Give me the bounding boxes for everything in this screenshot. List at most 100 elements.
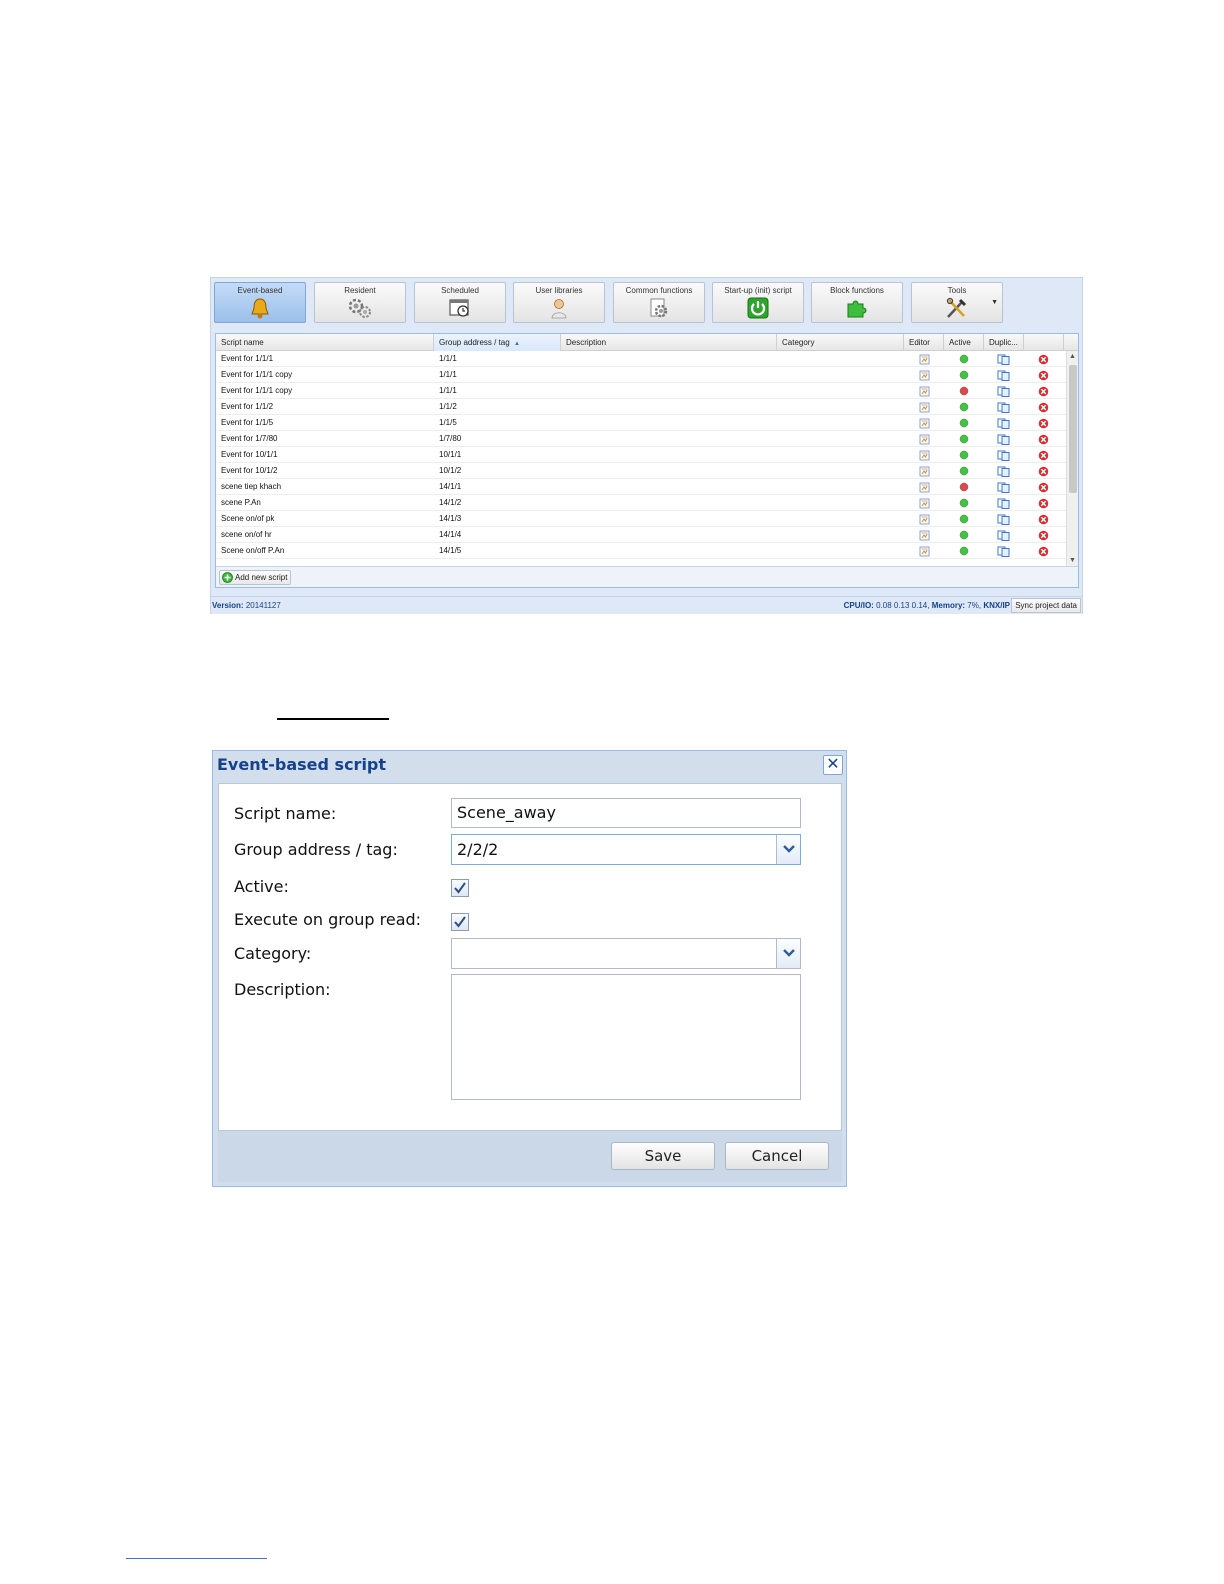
active-status-icon[interactable]: [959, 498, 969, 508]
table-row[interactable]: Event for 10/1/2 10/1/2: [216, 463, 1067, 479]
delete-icon[interactable]: [1038, 418, 1049, 429]
tab-block-functions[interactable]: Block functions: [811, 282, 903, 323]
editor-icon[interactable]: [919, 514, 930, 525]
active-status-icon[interactable]: [959, 354, 969, 364]
duplicate-icon[interactable]: [997, 402, 1010, 413]
sync-project-data-button[interactable]: Sync project data: [1011, 598, 1081, 613]
editor-icon[interactable]: [919, 482, 930, 493]
table-row[interactable]: scene P.An 14/1/2: [216, 495, 1067, 511]
delete-icon[interactable]: [1038, 354, 1049, 365]
active-status-icon[interactable]: [959, 466, 969, 476]
editor-icon[interactable]: [919, 450, 930, 461]
tab-resident[interactable]: Resident: [314, 282, 406, 323]
table-row[interactable]: Event for 1/1/2 1/1/2: [216, 399, 1067, 415]
active-status-icon[interactable]: [959, 402, 969, 412]
column-active[interactable]: Active: [944, 334, 984, 351]
duplicate-icon[interactable]: [997, 498, 1010, 509]
tab-startup-script[interactable]: Start-up (init) script: [712, 282, 804, 323]
editor-icon[interactable]: [919, 402, 930, 413]
script-name-cell: scene on/of hr: [221, 530, 272, 539]
inactive-status-icon[interactable]: [959, 386, 969, 396]
editor-icon[interactable]: [919, 498, 930, 509]
delete-icon[interactable]: [1038, 450, 1049, 461]
active-checkbox[interactable]: [451, 879, 469, 897]
grid-scrollbar[interactable]: ▲ ▼: [1066, 351, 1078, 566]
column-duplicate[interactable]: Duplic...: [984, 334, 1024, 351]
tab-common-functions[interactable]: Common functions: [613, 282, 705, 323]
tab-label: User libraries: [535, 286, 583, 295]
delete-icon[interactable]: [1038, 370, 1049, 381]
column-script-name[interactable]: Script name: [216, 334, 434, 351]
table-row[interactable]: Event for 1/1/1 copy 1/1/1: [216, 383, 1067, 399]
editor-icon[interactable]: [919, 354, 930, 365]
delete-icon[interactable]: [1038, 498, 1049, 509]
duplicate-icon[interactable]: [997, 482, 1010, 493]
table-row[interactable]: Event for 1/1/1 copy 1/1/1: [216, 367, 1067, 383]
duplicate-icon[interactable]: [997, 466, 1010, 477]
duplicate-icon[interactable]: [997, 386, 1010, 397]
delete-icon[interactable]: [1038, 434, 1049, 445]
delete-icon[interactable]: [1038, 402, 1049, 413]
table-row[interactable]: scene tiep khach 14/1/1: [216, 479, 1067, 495]
chevron-down-icon[interactable]: [776, 835, 800, 864]
duplicate-icon[interactable]: [997, 450, 1010, 461]
editor-icon[interactable]: [919, 434, 930, 445]
column-category[interactable]: Category: [777, 334, 904, 351]
editor-icon[interactable]: [919, 546, 930, 557]
delete-icon[interactable]: [1038, 546, 1049, 557]
editor-icon[interactable]: [919, 466, 930, 477]
table-row[interactable]: Event for 1/7/80 1/7/80: [216, 431, 1067, 447]
group-address-combo[interactable]: 2/2/2: [451, 834, 801, 865]
active-status-icon[interactable]: [959, 546, 969, 556]
scroll-down-icon[interactable]: ▼: [1069, 557, 1076, 564]
delete-icon[interactable]: [1038, 482, 1049, 493]
active-status-icon[interactable]: [959, 434, 969, 444]
table-row[interactable]: Scene on/off P.An 14/1/5: [216, 543, 1067, 559]
duplicate-icon[interactable]: [997, 514, 1010, 525]
table-row[interactable]: Scene on/of pk 14/1/3: [216, 511, 1067, 527]
inactive-status-icon[interactable]: [959, 482, 969, 492]
duplicate-icon[interactable]: [997, 418, 1010, 429]
close-icon[interactable]: ✕: [823, 755, 843, 775]
table-row[interactable]: Event for 10/1/1 10/1/1: [216, 447, 1067, 463]
script-name-input[interactable]: Scene_away: [451, 798, 801, 828]
active-status-icon[interactable]: [959, 514, 969, 524]
delete-icon[interactable]: [1038, 530, 1049, 541]
tab-event-based[interactable]: Event-based: [214, 282, 306, 323]
duplicate-icon[interactable]: [997, 546, 1010, 557]
duplicate-icon[interactable]: [997, 370, 1010, 381]
column-description[interactable]: Description: [561, 334, 777, 351]
chevron-down-icon[interactable]: [776, 939, 800, 968]
scroll-thumb[interactable]: [1069, 365, 1077, 493]
tab-scheduled[interactable]: Scheduled: [414, 282, 506, 323]
active-status-icon[interactable]: [959, 530, 969, 540]
active-status-icon[interactable]: [959, 418, 969, 428]
save-button[interactable]: Save: [611, 1142, 715, 1170]
delete-icon[interactable]: [1038, 386, 1049, 397]
tab-tools[interactable]: Tools ▼: [911, 282, 1003, 323]
editor-icon[interactable]: [919, 370, 930, 381]
tab-user-libraries[interactable]: User libraries: [513, 282, 605, 323]
cancel-button[interactable]: Cancel: [725, 1142, 829, 1170]
execute-on-group-read-checkbox[interactable]: [451, 913, 469, 931]
active-status-icon[interactable]: [959, 450, 969, 460]
duplicate-icon[interactable]: [997, 354, 1010, 365]
chevron-down-icon[interactable]: ▼: [991, 299, 998, 306]
active-status-icon[interactable]: [959, 370, 969, 380]
column-group-address[interactable]: Group address / tag ▲: [434, 334, 561, 351]
add-new-script-button[interactable]: Add new script: [219, 570, 292, 585]
column-editor[interactable]: Editor: [904, 334, 944, 351]
table-row[interactable]: Event for 1/1/1 1/1/1: [216, 351, 1067, 367]
editor-icon[interactable]: [919, 530, 930, 541]
editor-icon[interactable]: [919, 386, 930, 397]
description-textarea[interactable]: [451, 974, 801, 1100]
duplicate-icon[interactable]: [997, 530, 1010, 541]
delete-icon[interactable]: [1038, 466, 1049, 477]
scroll-up-icon[interactable]: ▲: [1069, 353, 1076, 360]
delete-icon[interactable]: [1038, 514, 1049, 525]
table-row[interactable]: scene on/of hr 14/1/4: [216, 527, 1067, 543]
category-combo[interactable]: [451, 938, 801, 969]
editor-icon[interactable]: [919, 418, 930, 429]
duplicate-icon[interactable]: [997, 434, 1010, 445]
table-row[interactable]: Event for 1/1/5 1/1/5: [216, 415, 1067, 431]
